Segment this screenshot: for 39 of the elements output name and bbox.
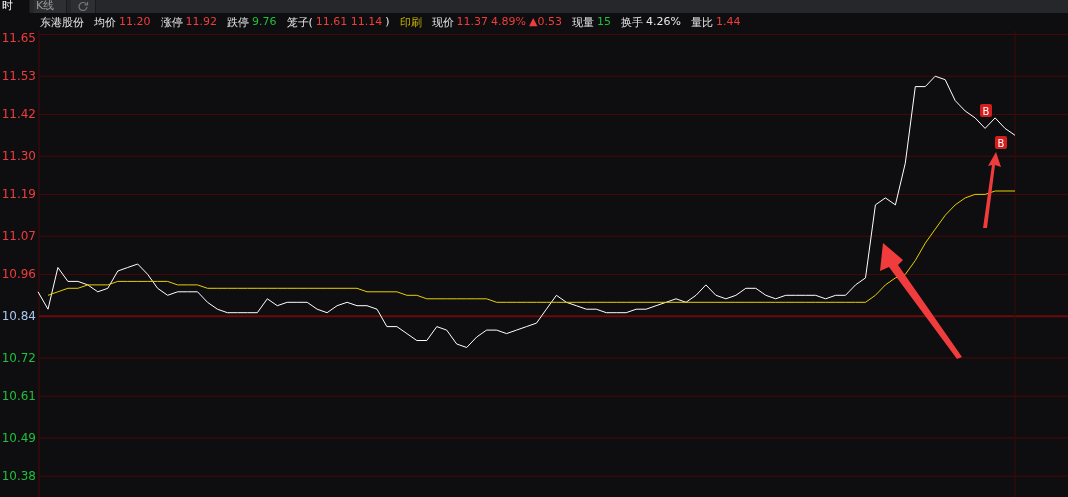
quote-text: 换手 (621, 14, 643, 30)
chart-tab[interactable]: 时 (0, 0, 30, 13)
price-axis-label: 11.53 (1, 69, 36, 84)
quote-text: 均价 (94, 14, 116, 30)
quote-text: 笼子( (286, 14, 313, 30)
quote-text: 11.92 (185, 14, 217, 30)
quote-text: ) (385, 14, 390, 30)
quote-text: 量比 (690, 14, 713, 30)
quote-text: ▲0.53 (529, 14, 562, 30)
price-axis-label: 10.96 (1, 267, 36, 282)
price-axis-label: 11.65 (1, 31, 36, 45)
refresh-tab[interactable] (71, 0, 97, 13)
price-axis-label: 10.72 (1, 350, 36, 365)
price-axis-label: 10.49 (1, 430, 36, 445)
quote-text: 1.44 (715, 14, 741, 30)
price-axis-label: 10.38 (1, 469, 36, 484)
quote-text: 跌停 (227, 14, 249, 30)
price-axis-label: 11.42 (1, 107, 36, 122)
quote-text: 15 (597, 14, 611, 30)
quote-text: 9.76 (252, 14, 277, 30)
chart-tab[interactable]: K线 (34, 0, 68, 13)
quote-text: 11.61 11.14 (315, 14, 383, 30)
quote-text: 11.37 (456, 14, 489, 30)
buy-marker: B (980, 104, 992, 117)
price-axis-label: 10.84 (1, 309, 36, 324)
price-axis-label: 11.30 (1, 149, 36, 164)
quote-text: 现量 (572, 14, 594, 30)
quote-text: 印刷 (399, 14, 422, 30)
quote-text: 4.26% (646, 14, 681, 30)
price-axis-label: 10.61 (1, 389, 36, 404)
price-axis-label: 11.19 (1, 187, 36, 202)
quote-text: 涨停 (160, 14, 183, 30)
quote-text: 4.89% (491, 14, 527, 30)
refresh-icon (77, 0, 90, 12)
quote-text: 11.20 (119, 14, 151, 30)
buy-marker: B (995, 136, 1007, 149)
quote-text: 东港股份 (40, 14, 84, 30)
price-axis-label: 11.07 (1, 229, 36, 244)
quote-text: 现价 (431, 14, 454, 30)
